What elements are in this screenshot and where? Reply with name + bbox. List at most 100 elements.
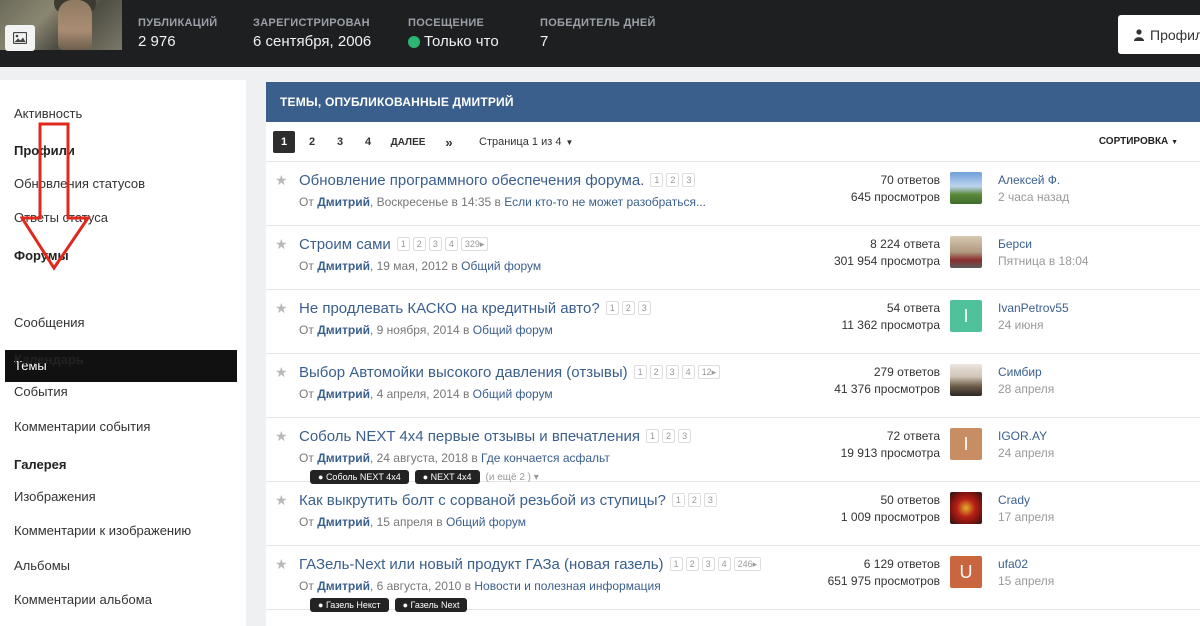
follow-star-icon[interactable]: ★ [275, 364, 288, 381]
last-poster-avatar[interactable]: I [950, 300, 982, 332]
topic-author-link[interactable]: Дмитрий [317, 451, 370, 465]
page-4-button[interactable]: 4 [357, 131, 379, 153]
topic-page-link[interactable]: 1 [650, 173, 664, 187]
sort-dropdown[interactable]: СОРТИРОВКА ▼ [1099, 131, 1178, 153]
topic-author-link[interactable]: Дмитрий [317, 195, 370, 209]
topic-page-link[interactable]: 2 [662, 429, 676, 443]
last-poster-avatar[interactable]: U [950, 556, 982, 588]
sidebar-item-album-comments[interactable]: Комментарии альбома [14, 592, 152, 607]
last-poster-name[interactable]: Симбир [998, 364, 1054, 381]
topic-title-text[interactable]: Как выкрутить болт с сорваной резьбой из… [299, 492, 666, 509]
last-poster-name[interactable]: Берси [998, 236, 1089, 253]
topic-page-link[interactable]: 1 [633, 365, 647, 379]
last-poster-avatar[interactable] [950, 172, 982, 204]
topic-page-link[interactable]: 3 [678, 429, 692, 443]
follow-star-icon[interactable]: ★ [275, 172, 288, 189]
sidebar-item-status-replies[interactable]: Ответы статуса [14, 210, 108, 225]
topic-page-link[interactable]: 3 [665, 365, 679, 379]
topic-forum-link[interactable]: Новости и полезная информация [474, 579, 660, 593]
topic-row[interactable]: ★ Соболь NEXT 4x4 первые отзывы и впечатл… [266, 418, 1200, 484]
topic-page-link[interactable]: 2 [666, 173, 680, 187]
topic-page-link[interactable]: 4 [444, 237, 458, 251]
topic-page-link[interactable]: 4 [717, 557, 731, 571]
topic-page-link[interactable]: 3 [703, 493, 717, 507]
topic-title-text[interactable]: ГАЗель-Next или новый продукт ГАЗа (нова… [299, 556, 664, 573]
sidebar-item-status-updates[interactable]: Обновления статусов [14, 176, 145, 191]
sidebar-item-posts[interactable]: Сообщения [14, 315, 85, 330]
topic-title-text[interactable]: Соболь NEXT 4x4 первые отзывы и впечатле… [299, 428, 640, 445]
follow-star-icon[interactable]: ★ [275, 300, 288, 317]
topic-row[interactable]: ★ Как выкрутить болт с сорваной резьбой и… [266, 482, 1200, 546]
page-2-button[interactable]: 2 [301, 131, 323, 153]
page-jump-dropdown[interactable]: Страница 1 из 4 ▼ [479, 131, 573, 153]
last-poster-name[interactable]: Crady [998, 492, 1054, 509]
last-poster-name[interactable]: ufa02 [998, 556, 1054, 573]
more-tags-link[interactable]: (и ещё 2 ) ▾ [486, 472, 539, 483]
topic-author-link[interactable]: Дмитрий [317, 579, 370, 593]
topic-forum-link[interactable]: Общий форум [473, 387, 553, 401]
profile-button[interactable]: Профил [1118, 15, 1200, 54]
sidebar-item-event-comments[interactable]: Комментарии события [14, 419, 150, 434]
topic-forum-link[interactable]: Если кто-то не может разобраться... [504, 195, 706, 209]
topic-author-link[interactable]: Дмитрий [317, 259, 370, 273]
topic-page-link[interactable]: 4 [681, 365, 695, 379]
follow-star-icon[interactable]: ★ [275, 492, 288, 509]
topic-page-link[interactable]: 1 [671, 493, 685, 507]
topic-author-link[interactable]: Дмитрий [317, 387, 370, 401]
topic-forum-link[interactable]: Общий форум [446, 515, 526, 529]
sidebar-item-image-comments[interactable]: Комментарии к изображению [14, 523, 191, 538]
sidebar-item-events[interactable]: События [14, 384, 68, 399]
last-page-button[interactable]: » [438, 131, 460, 153]
last-poster-name[interactable]: IvanPetrov55 [998, 300, 1069, 317]
last-poster-avatar[interactable] [950, 364, 982, 396]
page-3-button[interactable]: 3 [329, 131, 351, 153]
follow-star-icon[interactable]: ★ [275, 428, 288, 445]
topic-page-link[interactable]: 2 [412, 237, 426, 251]
last-poster-avatar[interactable]: I [950, 428, 982, 460]
tag-badge[interactable]: ● Газель Некст [310, 598, 389, 612]
topic-row[interactable]: ★ Не продлевать КАСКО на кредитный авто? 1… [266, 290, 1200, 354]
topic-title[interactable]: Как выкрутить болт с сорваной резьбой из… [299, 492, 717, 509]
follow-star-icon[interactable]: ★ [275, 236, 288, 253]
topic-page-link[interactable]: 12▸ [697, 365, 721, 379]
topic-page-link[interactable]: 1 [396, 237, 410, 251]
change-photo-button[interactable] [5, 25, 35, 51]
topic-forum-link[interactable]: Общий форум [461, 259, 541, 273]
topic-page-link[interactable]: 2 [685, 557, 699, 571]
page-1-button[interactable]: 1 [273, 131, 295, 153]
topic-author-link[interactable]: Дмитрий [317, 515, 370, 529]
topic-page-link[interactable]: 3 [682, 173, 696, 187]
last-poster-avatar[interactable] [950, 492, 982, 524]
sidebar-item-albums[interactable]: Альбомы [14, 558, 70, 573]
last-poster-name[interactable]: IGOR.AY [998, 428, 1054, 445]
topic-title[interactable]: Выбор Автомойки высокого давления (отзыв… [299, 364, 721, 381]
topic-forum-link[interactable]: Общий форум [473, 323, 553, 337]
tag-badge[interactable]: ● Газель Next [394, 598, 468, 612]
topic-page-link[interactable]: 2 [687, 493, 701, 507]
topic-title-text[interactable]: Не продлевать КАСКО на кредитный авто? [299, 300, 600, 317]
last-poster-name[interactable]: Алексей Ф. [998, 172, 1069, 189]
sidebar-item-images[interactable]: Изображения [14, 489, 96, 504]
topic-row[interactable]: ★ Строим сами 1 2 3 4 329▸ От Дмитрий, 19 мая, … [266, 226, 1200, 290]
topic-title[interactable]: ГАЗель-Next или новый продукт ГАЗа (нова… [299, 556, 762, 573]
topic-forum-link[interactable]: Где кончается асфальт [481, 451, 610, 465]
topic-row[interactable]: ★ ГАЗель-Next или новый продукт ГАЗа (нов… [266, 546, 1200, 612]
topic-title[interactable]: Строим сами 1 2 3 4 329▸ [299, 236, 489, 253]
topic-page-link[interactable]: 2 [621, 301, 635, 315]
topic-page-link[interactable]: 3 [701, 557, 715, 571]
topic-row[interactable]: ★ Выбор Автомойки высокого давления (отзы… [266, 354, 1200, 418]
next-page-button[interactable]: ДАЛЕЕ [388, 131, 428, 153]
topic-title-text[interactable]: Выбор Автомойки высокого давления (отзыв… [299, 364, 628, 381]
topic-page-link[interactable]: 1 [646, 429, 660, 443]
topic-page-link[interactable]: 3 [428, 237, 442, 251]
topic-title[interactable]: Обновление программного обеспечения фору… [299, 172, 696, 189]
topic-row[interactable]: ★ Обновление программного обеспечения фор… [266, 162, 1200, 226]
topic-page-link[interactable]: 246▸ [733, 557, 762, 571]
topic-page-link[interactable]: 329▸ [460, 237, 489, 251]
topic-title-text[interactable]: Строим сами [299, 236, 391, 253]
follow-star-icon[interactable]: ★ [275, 556, 288, 573]
topic-page-link[interactable]: 2 [649, 365, 663, 379]
sidebar-item-activity[interactable]: Активность [14, 106, 82, 121]
topic-page-link[interactable]: 1 [605, 301, 619, 315]
topic-title[interactable]: Соболь NEXT 4x4 первые отзывы и впечатле… [299, 428, 692, 445]
